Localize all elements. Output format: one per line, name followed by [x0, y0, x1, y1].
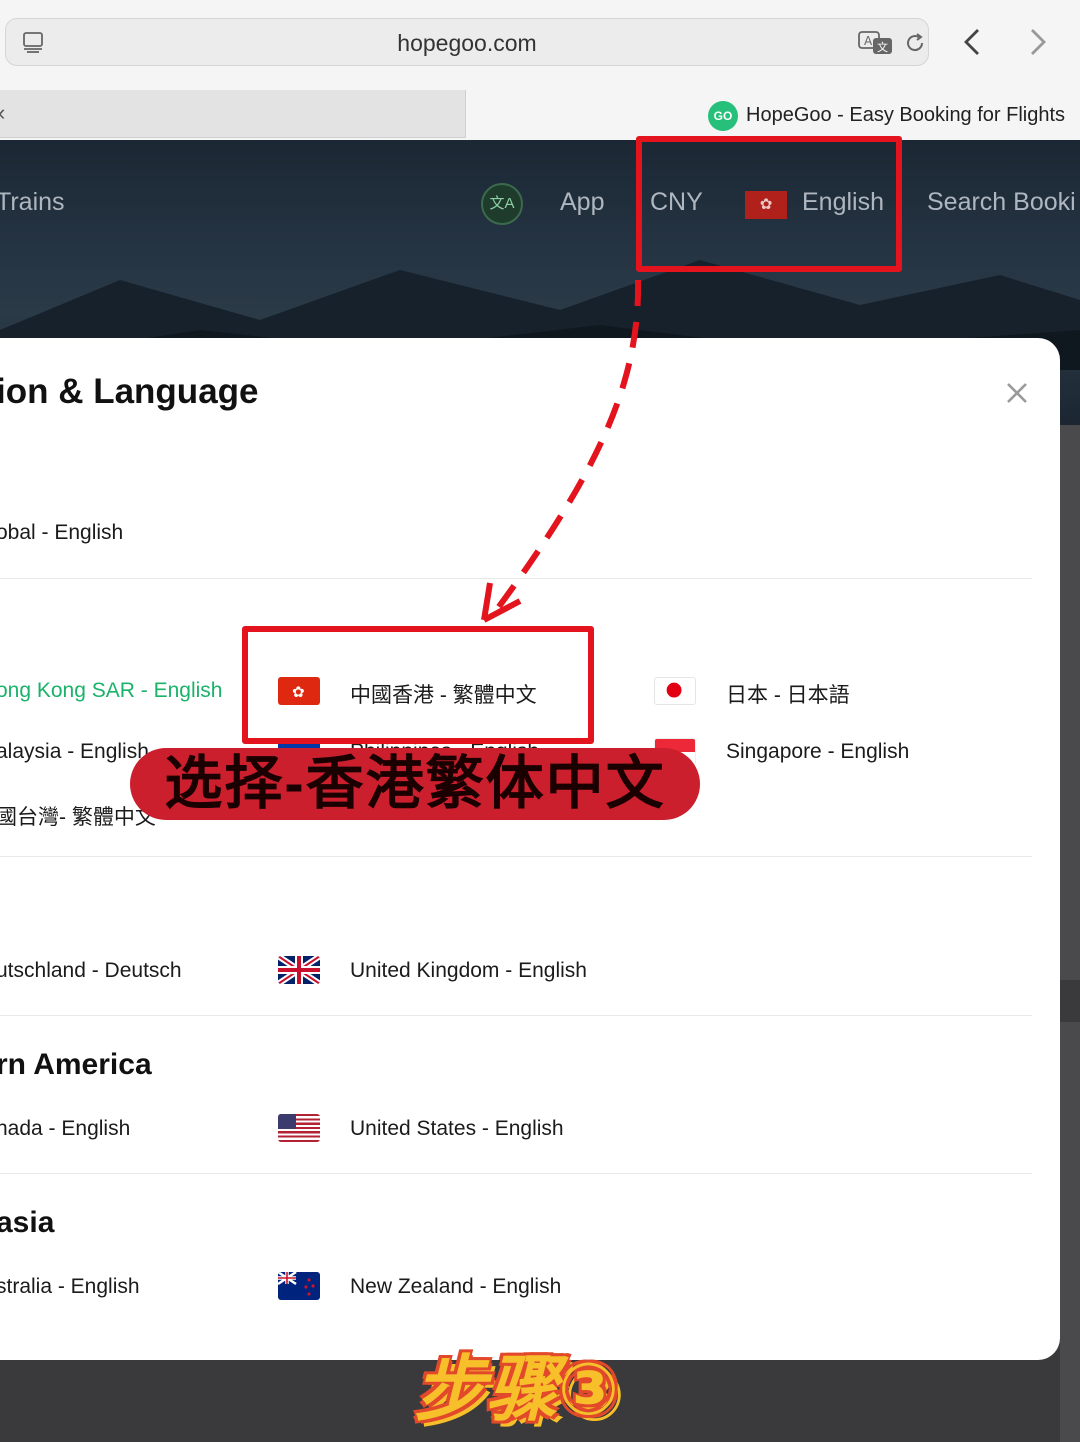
nav-trains[interactable]: Trains: [0, 188, 65, 217]
divider: [0, 578, 1032, 579]
option-australia[interactable]: stralia - English: [0, 1275, 140, 1299]
annotation-box-language: [636, 136, 902, 272]
address-bar[interactable]: hopegoo.com A 文: [5, 18, 929, 66]
option-hong-kong-english[interactable]: ong Kong SAR - English: [0, 679, 222, 703]
modal-backdrop: [1060, 425, 1080, 980]
reload-icon[interactable]: [902, 30, 928, 56]
new-zealand-flag-icon: [278, 1272, 320, 1300]
modal-backdrop: [1060, 1022, 1080, 1442]
japan-flag-icon: [654, 677, 696, 705]
tab-bar: ‹ GO HopeGoo - Easy Booking for Flights: [0, 90, 1080, 141]
url-text[interactable]: hopegoo.com: [6, 30, 928, 57]
language-switch-icon[interactable]: 文A: [481, 183, 523, 225]
svg-text:A: A: [864, 34, 873, 48]
divider: [0, 1015, 1032, 1016]
option-new-zealand[interactable]: New Zealand - English: [350, 1275, 561, 1299]
step-badge: 步骤③: [414, 1350, 619, 1430]
nav-search-booking[interactable]: Search Booki: [927, 188, 1076, 217]
option-malaysia[interactable]: alaysia - English: [0, 740, 149, 764]
option-taiwan[interactable]: 國台灣- 繁體中文: [0, 801, 156, 831]
usa-flag-icon: [278, 1114, 320, 1142]
section-heading-oceania: asia: [0, 1206, 55, 1239]
modal-title: ion & Language: [0, 372, 259, 411]
option-singapore[interactable]: Singapore - English: [726, 740, 909, 764]
option-japan[interactable]: 日本 - 日本語: [726, 679, 850, 709]
svg-text:文: 文: [877, 40, 888, 54]
divider: [0, 1173, 1032, 1174]
option-united-states[interactable]: United States - English: [350, 1117, 564, 1141]
divider: [0, 856, 1032, 857]
favicon-icon: GO: [708, 101, 738, 131]
annotation-box-hk-traditional: [242, 626, 594, 744]
back-button[interactable]: [953, 22, 993, 62]
option-united-kingdom[interactable]: United Kingdom - English: [350, 959, 587, 983]
tab-title: HopeGoo - Easy Booking for Flights: [746, 104, 1066, 126]
option-global[interactable]: obal - English: [0, 521, 123, 545]
tab-previous[interactable]: ‹: [0, 90, 466, 138]
nav-app[interactable]: App: [560, 188, 604, 217]
section-heading-north-america: rn America: [0, 1048, 152, 1081]
close-icon[interactable]: [1004, 380, 1030, 406]
region-language-modal: ion & Language obal - English ong Kong S…: [0, 338, 1060, 1360]
chevron-left-icon: ‹: [0, 100, 5, 126]
browser-chrome: hopegoo.com A 文: [0, 0, 1080, 90]
option-deutschland[interactable]: utschland - Deutsch: [0, 959, 182, 983]
forward-button[interactable]: [1017, 22, 1057, 62]
annotation-callout: 选择-香港繁体中文: [130, 748, 700, 820]
option-canada[interactable]: nada - English: [0, 1117, 130, 1141]
uk-flag-icon: [278, 956, 320, 984]
translate-icon[interactable]: A 文: [858, 30, 894, 56]
